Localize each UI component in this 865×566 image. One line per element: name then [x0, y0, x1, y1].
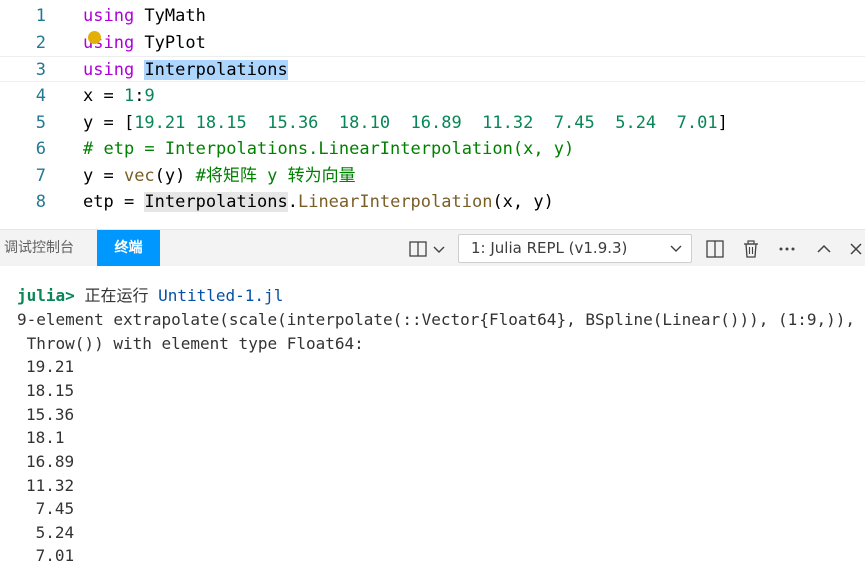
- code-text[interactable]: y = [19.21 18.15 15.36 18.10 16.89 11.32…: [83, 113, 728, 133]
- split-layout-icon[interactable]: [407, 238, 429, 260]
- split-terminal-icon[interactable]: [704, 238, 726, 260]
- panel-header: 调试控制台 终端 1: Julia REPL (v1.9.3): [0, 229, 865, 267]
- code-token: 19.21 18.15 15.36 18.10 16.89 11.32 7.45…: [134, 113, 718, 133]
- line-number: 4: [35, 86, 46, 106]
- close-icon[interactable]: [846, 238, 865, 260]
- code-token: Interpolations: [144, 60, 288, 80]
- line-number: 6: [35, 139, 46, 159]
- julia-prompt: julia>: [17, 286, 75, 305]
- more-icon[interactable]: [776, 238, 798, 260]
- line-number: 7: [35, 166, 46, 186]
- line-number: 1: [35, 6, 46, 26]
- code-line-current[interactable]: 3 using Interpolations: [0, 56, 865, 82]
- terminal-value: 19.21: [26, 357, 75, 376]
- terminal-value: 18.1: [26, 428, 65, 447]
- code-text[interactable]: y = vec(y) #将矩阵 y 转为向量: [83, 166, 356, 186]
- terminal-value: 7.01: [26, 546, 75, 565]
- trash-icon[interactable]: [740, 238, 762, 260]
- code-text[interactable]: using Interpolations: [83, 60, 288, 80]
- code-line[interactable]: 4 x = 1:9: [0, 83, 865, 109]
- code-text[interactable]: using TyMath: [83, 6, 206, 26]
- run-file: Untitled-1.jl: [158, 286, 284, 305]
- line-number: 2: [35, 33, 46, 53]
- code-token: y = [: [83, 113, 135, 133]
- code-editor[interactable]: 1 using TyMath 2 using TyPlot 3 using In…: [0, 0, 865, 229]
- line-number: 5: [35, 113, 46, 133]
- code-line[interactable]: 6 # etp = Interpolations.LinearInterpola…: [0, 136, 865, 162]
- code-line[interactable]: 5 y = [19.21 18.15 15.36 18.10 16.89 11.…: [0, 110, 865, 136]
- code-line[interactable]: 1 using TyMath: [0, 3, 865, 29]
- run-command: 正在运行: [84, 286, 149, 305]
- terminal-prompt-line: julia> 正在运行 Untitled-1.jl: [17, 286, 283, 306]
- code-token: 1: [123, 86, 135, 106]
- code-line[interactable]: 2 using TyPlot: [0, 30, 865, 56]
- code-token: x =: [83, 86, 124, 106]
- code-token: TyPlot: [134, 33, 206, 53]
- terminal-output[interactable]: julia> 正在运行 Untitled-1.jl 9-element extr…: [0, 266, 865, 566]
- code-line[interactable]: 7 y = vec(y) #将矩阵 y 转为向量: [0, 163, 865, 189]
- code-line[interactable]: 8 etp = Interpolations.LinearInterpolati…: [0, 189, 865, 215]
- terminal-select[interactable]: 1: Julia REPL (v1.9.3): [458, 234, 692, 263]
- terminal-select-value: 1: Julia REPL (v1.9.3): [471, 239, 628, 257]
- code-text[interactable]: using TyPlot: [83, 33, 206, 53]
- chevron-down-icon: [670, 245, 682, 252]
- code-token: Interpolations: [144, 192, 288, 212]
- code-token: :: [134, 86, 145, 106]
- code-token: using: [83, 6, 135, 26]
- code-token: #将矩阵 y 转为向量: [195, 166, 356, 186]
- terminal-value: 5.24: [26, 523, 75, 542]
- code-token: vec: [123, 166, 155, 186]
- tab-terminal[interactable]: 终端: [97, 230, 160, 267]
- terminal-value: 18.15: [26, 381, 75, 400]
- code-token: TyMath: [134, 6, 206, 26]
- code-text[interactable]: x = 1:9: [83, 86, 155, 106]
- line-number: 8: [35, 192, 46, 212]
- code-token: LinearInterpolation: [297, 192, 493, 212]
- code-token: (y): [154, 166, 196, 186]
- terminal-value: 16.89: [26, 452, 75, 471]
- tab-debug-console[interactable]: 调试控制台: [4, 230, 74, 267]
- terminal-value: 7.45: [26, 499, 75, 518]
- line-number: 3: [35, 60, 46, 80]
- chevron-down-icon[interactable]: [432, 238, 446, 260]
- code-token: ]: [717, 113, 728, 133]
- code-token: .: [287, 192, 298, 212]
- chevron-up-icon[interactable]: [813, 238, 835, 260]
- code-token: 9: [144, 86, 155, 106]
- lightbulb-hint-icon[interactable]: [88, 31, 101, 44]
- terminal-value: 15.36: [26, 405, 75, 424]
- code-text[interactable]: etp = Interpolations.LinearInterpolation…: [83, 192, 554, 212]
- code-token: etp =: [83, 192, 145, 212]
- code-text[interactable]: # etp = Interpolations.LinearInterpolati…: [83, 139, 574, 159]
- terminal-value: 11.32: [26, 476, 75, 495]
- code-token: (x, y): [492, 192, 554, 212]
- code-token: # etp = Interpolations.LinearInterpolati…: [83, 139, 575, 159]
- terminal-output-line: Throw()) with element type Float64:: [17, 334, 364, 353]
- code-token: y =: [83, 166, 124, 186]
- terminal-output-line: 9-element extrapolate(scale(interpolate(…: [17, 310, 856, 329]
- code-token: using: [83, 60, 135, 80]
